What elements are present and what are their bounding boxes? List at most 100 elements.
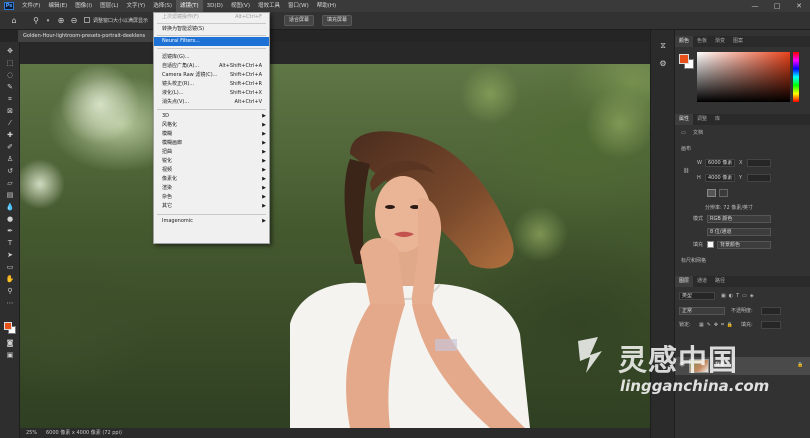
- zoom-in-icon[interactable]: ⊕: [55, 15, 67, 27]
- lock-icons[interactable]: ▦✎✥⌗🔒: [699, 322, 736, 329]
- menu-item-video[interactable]: 视频 ▶: [154, 166, 269, 175]
- tab-patterns[interactable]: 图案: [729, 36, 747, 47]
- tab-libraries[interactable]: 库: [711, 114, 724, 125]
- foreground-color-swatch[interactable]: [4, 322, 12, 330]
- blur-tool-icon[interactable]: 💧: [4, 202, 16, 213]
- zoom-level[interactable]: 25%: [26, 428, 37, 438]
- document-image[interactable]: [20, 64, 650, 428]
- dodge-tool-icon[interactable]: ●: [4, 214, 16, 225]
- lasso-tool-icon[interactable]: ◌: [4, 70, 16, 81]
- marquee-tool-icon[interactable]: ⬚: [4, 58, 16, 69]
- color-panel-foreground[interactable]: [679, 54, 689, 64]
- menu-type[interactable]: 文字(Y): [123, 0, 150, 12]
- layer-filter-select[interactable]: 类型: [679, 292, 715, 300]
- menu-item-vanishing-point[interactable]: 消失点(V)... Alt+Ctrl+V: [154, 98, 269, 107]
- type-tool-icon[interactable]: T: [4, 238, 16, 249]
- quick-select-tool-icon[interactable]: ✎: [4, 82, 16, 93]
- layer-fill-field[interactable]: [761, 321, 781, 329]
- close-button[interactable]: ✕: [788, 0, 810, 12]
- menu-item-blur-gallery[interactable]: 模糊画廊 ▶: [154, 139, 269, 148]
- menu-item-distort[interactable]: 扭曲 ▶: [154, 148, 269, 157]
- minimize-button[interactable]: —: [744, 0, 766, 12]
- quick-mask-icon[interactable]: ◙: [4, 338, 16, 349]
- path-select-icon[interactable]: ➤: [4, 250, 16, 261]
- layer-filter-icons[interactable]: ▣◐T▭◈: [721, 293, 757, 300]
- menu-item-noise[interactable]: 杂色 ▶: [154, 193, 269, 202]
- gradient-tool-icon[interactable]: ▤: [4, 190, 16, 201]
- tab-color[interactable]: 颜色: [675, 36, 694, 47]
- bit-depth-select[interactable]: 8 位/通道: [707, 228, 771, 236]
- menu-help[interactable]: 帮助(H): [313, 0, 340, 12]
- menu-layer[interactable]: 图层(L): [96, 0, 122, 12]
- document-tab[interactable]: Golden-Hour-lightroom-presets-portrait-d…: [18, 30, 158, 42]
- tab-layers[interactable]: 图层: [675, 276, 694, 287]
- menu-select[interactable]: 选择(S): [149, 0, 176, 12]
- chevron-down-icon[interactable]: ▾: [42, 15, 54, 27]
- mode-select[interactable]: RGB 颜色: [707, 215, 771, 223]
- brush-tool-icon[interactable]: ✐: [4, 142, 16, 153]
- canvas-area[interactable]: [20, 42, 650, 428]
- fill-screen-button[interactable]: 填充屏幕: [322, 15, 353, 26]
- portrait-orientation-button[interactable]: [707, 189, 716, 197]
- menu-edit[interactable]: 编辑(E): [44, 0, 71, 12]
- hand-tool-icon[interactable]: ✋: [4, 274, 16, 285]
- width-field[interactable]: 6000 像素: [705, 159, 735, 167]
- menu-window[interactable]: 窗口(W): [284, 0, 313, 12]
- menu-filter[interactable]: 滤镜(T): [175, 0, 203, 12]
- fill-select[interactable]: 背景颜色: [717, 241, 771, 249]
- menu-item-neural-filters[interactable]: Neural Filters...: [154, 37, 269, 46]
- tab-gradients[interactable]: 渐变: [711, 36, 729, 47]
- menu-image[interactable]: 图像(I): [71, 0, 96, 12]
- adjustments-panel-icon[interactable]: ⚙: [657, 58, 669, 70]
- more-tools-icon[interactable]: ⋯: [4, 298, 16, 309]
- menu-item-other[interactable]: 其它 ▶: [154, 202, 269, 211]
- fit-screen-button[interactable]: 适合屏幕: [284, 15, 315, 26]
- menu-item-convert-smart-filters[interactable]: 转换为智能滤镜(S): [154, 25, 269, 34]
- link-icon[interactable]: ⛓: [683, 168, 689, 175]
- landscape-orientation-button[interactable]: [719, 189, 728, 197]
- menu-item-filter-gallery[interactable]: 滤镜库(G)...: [154, 53, 269, 62]
- tab-paths[interactable]: 路径: [711, 276, 729, 287]
- tab-channels[interactable]: 通道: [693, 276, 711, 287]
- crop-tool-icon[interactable]: ⌗: [4, 94, 16, 105]
- pen-tool-icon[interactable]: ✒: [4, 226, 16, 237]
- menu-item-sharpen[interactable]: 锐化 ▶: [154, 157, 269, 166]
- menu-item-blur[interactable]: 模糊 ▶: [154, 130, 269, 139]
- blend-mode-select[interactable]: 正常: [679, 307, 725, 315]
- history-brush-icon[interactable]: ↺: [4, 166, 16, 177]
- y-field[interactable]: [747, 174, 771, 182]
- zoom-out-icon[interactable]: ⊖: [68, 15, 80, 27]
- menu-plugins[interactable]: 增效工具: [254, 0, 284, 12]
- screen-mode-icon[interactable]: ▣: [4, 350, 16, 361]
- menu-file[interactable]: 文件(F): [18, 0, 44, 12]
- zoom-tool-icon-left[interactable]: ⚲: [4, 286, 16, 297]
- home-icon[interactable]: ⌂: [8, 15, 20, 27]
- healing-brush-icon[interactable]: ✚: [4, 130, 16, 141]
- frame-tool-icon[interactable]: ⊠: [4, 106, 16, 117]
- resize-windows-checkbox[interactable]: [84, 17, 90, 23]
- move-tool-icon[interactable]: ✥: [4, 46, 16, 57]
- menu-item-render[interactable]: 渲染 ▶: [154, 184, 269, 193]
- tab-swatches[interactable]: 色板: [693, 36, 711, 47]
- menu-3d[interactable]: 3D(D): [203, 0, 227, 12]
- tab-properties[interactable]: 属性: [675, 114, 694, 125]
- hue-slider[interactable]: [793, 52, 799, 102]
- menu-item-3d[interactable]: 3D ▶: [154, 112, 269, 121]
- tab-adjustments[interactable]: 调整: [693, 114, 711, 125]
- menu-item-stylize[interactable]: 风格化 ▶: [154, 121, 269, 130]
- maximize-button[interactable]: □: [766, 0, 788, 12]
- menu-item-imagenomic[interactable]: Imagenomic ▶: [154, 217, 269, 226]
- menu-item-liquify[interactable]: 液化(L)... Shift+Ctrl+X: [154, 89, 269, 98]
- color-picker-field[interactable]: [697, 52, 790, 102]
- eraser-tool-icon[interactable]: ▱: [4, 178, 16, 189]
- fill-color-swatch[interactable]: [707, 241, 714, 248]
- menu-item-pixelate[interactable]: 像素化 ▶: [154, 175, 269, 184]
- menu-item-lens-correction[interactable]: 镜头校正(R)... Shift+Ctrl+R: [154, 80, 269, 89]
- opacity-field[interactable]: [761, 307, 781, 315]
- menu-item-camera-raw[interactable]: Camera Raw 滤镜(C)... Shift+Ctrl+A: [154, 71, 269, 80]
- menu-item-adaptive-wide-angle[interactable]: 自适应广角(A)... Alt+Shift+Ctrl+A: [154, 62, 269, 71]
- menu-view[interactable]: 视图(V): [227, 0, 254, 12]
- eyedropper-tool-icon[interactable]: ⁄: [4, 118, 16, 129]
- rectangle-tool-icon[interactable]: ▭: [4, 262, 16, 273]
- zoom-tool-icon[interactable]: ⚲: [30, 15, 42, 27]
